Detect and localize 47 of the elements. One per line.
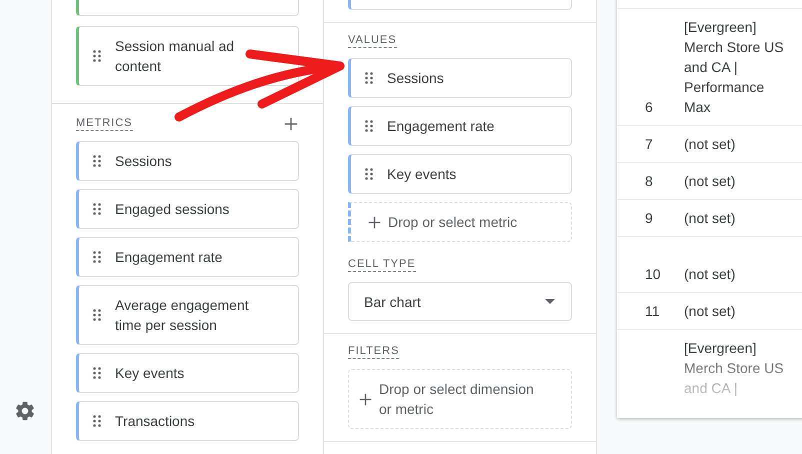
add-icon	[359, 392, 372, 406]
section-label: METRICS	[76, 117, 132, 131]
filter-drop-zone[interactable]: Drop or select dimension or metric	[348, 369, 572, 429]
drag-handle-icon[interactable]	[365, 120, 373, 132]
metric-chip[interactable]: Engagement rate	[76, 237, 299, 277]
drag-handle-icon[interactable]	[93, 203, 101, 215]
section-label: VALUES	[348, 34, 397, 48]
table-cell-text: (not set)	[684, 265, 736, 284]
drag-handle-icon[interactable]	[93, 415, 101, 427]
table-cell-text: (not set)	[684, 135, 736, 154]
drag-handle-icon[interactable]	[365, 168, 373, 180]
section-label: CELL TYPE	[348, 258, 416, 272]
table-cell-text: (not set)	[684, 172, 736, 191]
table-cell-text: [Evergreen] Merch Store US and CA |	[684, 339, 784, 398]
section-label: FILTERS	[348, 345, 400, 359]
cell-type-select[interactable]: Bar chart	[348, 282, 572, 321]
table-cell-text: [Evergreen] Merch Store US and CA | Performance Max	[684, 18, 784, 117]
row-number: 7	[644, 135, 654, 154]
drag-handle-icon[interactable]	[93, 309, 101, 321]
metric-chip[interactable]: Sessions	[76, 141, 299, 181]
metric-chip[interactable]: Sessions	[348, 58, 572, 98]
drop-zone-text: Drop or select metric	[388, 213, 518, 232]
metric-chip[interactable]: Key events	[76, 353, 299, 393]
drag-handle-icon[interactable]	[93, 155, 101, 167]
drag-handle-icon[interactable]	[365, 72, 373, 84]
metric-chip[interactable]: Engaged sessions	[76, 189, 299, 229]
dimension-chip[interactable]: Session manual ad content	[76, 26, 299, 86]
row-number: 8	[644, 172, 654, 191]
caret-icon	[545, 299, 555, 304]
row-number: 9	[644, 209, 654, 228]
metric-chip[interactable]: Average engagement time per session	[76, 285, 299, 345]
drag-handle-icon[interactable]	[93, 251, 101, 263]
metric-drop-zone[interactable]: Drop or select metric	[348, 202, 572, 242]
drag-handle-icon[interactable]	[93, 367, 101, 379]
add-icon	[368, 216, 381, 228]
metric-chip[interactable]: Transactions	[76, 401, 299, 441]
table-cell-text: (not set)	[684, 302, 736, 321]
row-number: 10	[644, 265, 662, 284]
add-icon[interactable]	[284, 117, 298, 131]
metric-chip[interactable]: Engagement rate	[348, 106, 572, 146]
metric-chip[interactable]: Key events	[348, 154, 572, 194]
settings-icon[interactable]	[14, 400, 36, 422]
table-cell-text: (not set)	[684, 209, 736, 228]
drag-handle-icon[interactable]	[93, 50, 101, 62]
drop-zone-text: Drop or select dimension or metric	[379, 380, 534, 419]
row-number: 6	[644, 98, 654, 117]
row-number: 11	[644, 302, 661, 321]
